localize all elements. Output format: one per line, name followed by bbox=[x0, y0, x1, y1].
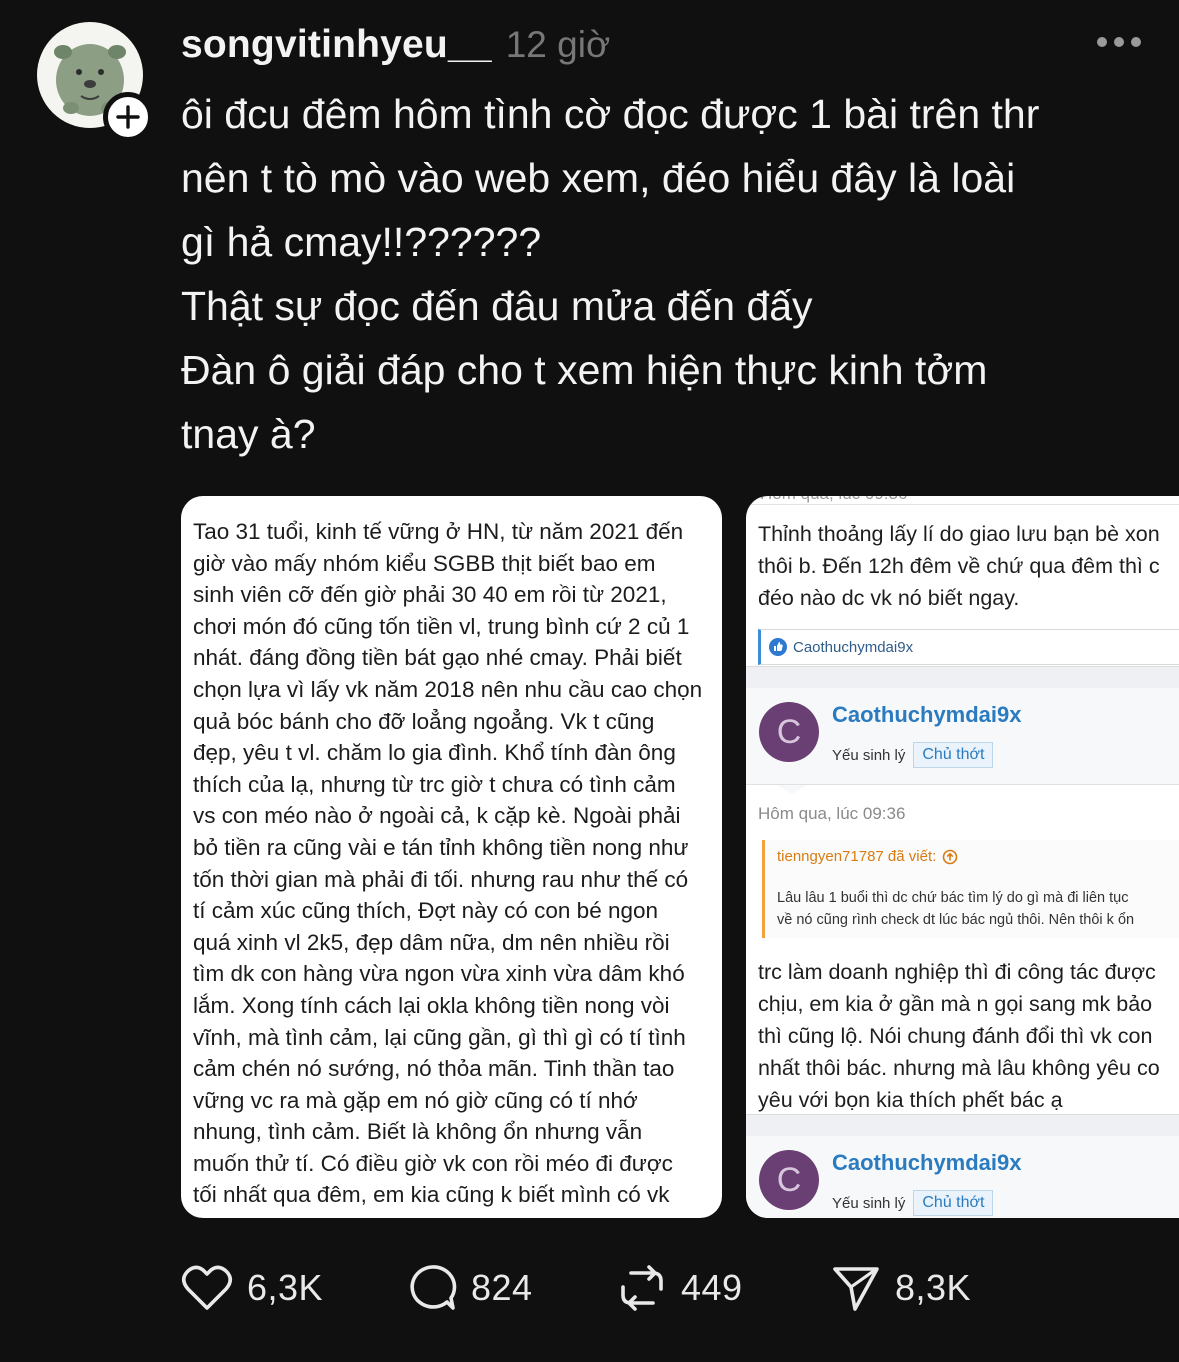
text-line: vững vc ra mà gặp em nó giờ cũng có tí n… bbox=[193, 1087, 638, 1113]
text-line: muốn thử tí. Có điều giờ vk con rồi méo … bbox=[193, 1150, 673, 1176]
text-line: chọn lựa vì lấy vk năm 2018 nên nhu cầu … bbox=[193, 676, 703, 702]
repost-button[interactable]: 449 bbox=[617, 1262, 743, 1314]
comment-count: 824 bbox=[471, 1267, 533, 1308]
username[interactable]: songvitinhyeu__ bbox=[181, 23, 492, 67]
more-options-icon[interactable] bbox=[1097, 32, 1141, 52]
quote-author-row: tienngyen71787 đã viết: bbox=[777, 848, 958, 865]
post-line: nên t tò mò vào web xem, đéo hiểu đây là… bbox=[181, 155, 1016, 201]
post-line: Đàn ô giải đáp cho t xem hiện thực kinh … bbox=[181, 347, 988, 393]
reply-line: chịu, em kia ở gần mà n gọi sang mk bảo bbox=[758, 992, 1153, 1016]
follow-button[interactable] bbox=[103, 92, 153, 142]
post-line: tnay à? bbox=[181, 411, 316, 457]
reply-line: thôi b. Đến 12h đêm về chứ qua đêm thì c bbox=[758, 554, 1160, 578]
like-count: 6,3K bbox=[247, 1267, 324, 1308]
text-line: tìm dk con hàng vừa ngon vừa xinh vừa dâ… bbox=[193, 961, 685, 987]
user-avatar: C bbox=[759, 1150, 819, 1210]
screenshot-text: Tao 31 tuổi, kinh tế vững ở HN, từ năm 2… bbox=[181, 496, 722, 1211]
user-name: Caothuchymdai9x bbox=[832, 702, 1022, 727]
arrow-up-icon bbox=[942, 849, 958, 864]
text-line: thích của lạ, nhưng từ trc giờ t chưa có… bbox=[193, 771, 676, 797]
text-line: tối nhất qua đêm, em kia cũng k biết mìn… bbox=[193, 1182, 670, 1208]
reply-line: thì cũng lộ. Nói chung đánh đổi thì vk c… bbox=[758, 1024, 1153, 1048]
quote-block: tienngyen71787 đã viết: Lâu lâu 1 buổi t… bbox=[762, 840, 1179, 938]
reply-line: trc làm doanh nghiệp thì đi công tác đượ… bbox=[758, 960, 1156, 984]
text-line: vĩnh, mà tình cảm, lại cũng gần, gì thì … bbox=[193, 1024, 686, 1050]
forum-screenshot: Hôm qua, lúc 09:36 Thỉnh thoảng lấy lí d… bbox=[746, 496, 1179, 1218]
user-role-row: Yếu sinh lý Chủ thớt bbox=[832, 1190, 994, 1216]
like-user: Caothuchymdai9x bbox=[793, 638, 914, 656]
share-count: 8,3K bbox=[895, 1267, 972, 1308]
post-image-2[interactable]: Hôm qua, lúc 09:36 Thỉnh thoảng lấy lí d… bbox=[746, 496, 1179, 1218]
share-button[interactable]: 8,3K bbox=[831, 1262, 971, 1314]
divider bbox=[746, 784, 1179, 785]
plus-icon bbox=[116, 105, 140, 129]
text-line: vs con méo nào ở ngoài cả, k cặp kè. Ngo… bbox=[193, 803, 681, 829]
post-line: Thật sự đọc đến đâu mửa đến đấy bbox=[181, 283, 813, 329]
reply-line: nhất thôi bác. nhưng mà lâu không yêu co bbox=[758, 1056, 1160, 1080]
post-separator bbox=[746, 666, 1179, 690]
post-line: ôi đcu đêm hôm tình cờ đọc được 1 bài tr… bbox=[181, 91, 1040, 137]
post-user-block: C Caothuchymdai9x Yếu sinh lý Chủ thớt bbox=[746, 688, 1179, 784]
text-line: nhát. đáng đồng tiền bát gạo nhé cmay. P… bbox=[193, 645, 682, 671]
reply-line: Thỉnh thoảng lấy lí do giao lưu bạn bè x… bbox=[758, 522, 1160, 546]
text-line: tốn thời gian mà phải đi tối. nhưng rau … bbox=[193, 866, 689, 892]
post-actions: 6,3K 824 449 8,3K bbox=[181, 1262, 1081, 1314]
text-line: bỏ tiền ra cũng vài e tán tỉnh không tiề… bbox=[193, 834, 689, 860]
user-role: Yếu sinh lý bbox=[832, 746, 906, 764]
user-role: Yếu sinh lý bbox=[832, 1194, 906, 1212]
like-bar: Caothuchymdai9x bbox=[758, 629, 1179, 665]
share-icon bbox=[833, 1267, 879, 1311]
text-line: sinh viên cỡ đến giờ phải 30 40 em rồi t… bbox=[193, 582, 667, 608]
text-line: giờ vào mấy nhóm kiểu SGBB thịt biết bao… bbox=[193, 550, 656, 576]
user-name: Caothuchymdai9x bbox=[832, 1150, 1022, 1175]
text-line: Tao 31 tuổi, kinh tế vững ở HN, từ năm 2… bbox=[193, 519, 684, 544]
text-line: quả bóc bánh cho đỡ loẳng ngoẳng. Vk t c… bbox=[193, 708, 655, 734]
user-badge: Chủ thớt bbox=[913, 1190, 994, 1216]
divider bbox=[746, 504, 1179, 505]
text-line: cảm chén nó sướng, nó thỏa mãn. Tinh thầ… bbox=[193, 1056, 675, 1082]
post-separator bbox=[746, 1114, 1179, 1138]
text-line: đẹp, yêu t vl. chăm lo gia đình. Khổ tín… bbox=[193, 740, 676, 766]
post-date: Hôm qua, lúc 09:36 bbox=[758, 804, 906, 823]
quote-line: Lâu lâu 1 buổi thì dc chứ bác tìm lý do … bbox=[777, 890, 1129, 906]
text-line: chơi món đó cũng tốn tiền vl, trung bình… bbox=[193, 613, 690, 639]
text-line: tí cảm xúc cũng thích, Đợt này có con bé… bbox=[193, 898, 659, 924]
quote-author: tienngyen71787 đã viết: bbox=[777, 848, 937, 865]
heart-icon bbox=[181, 1265, 233, 1310]
post-line: gì hả cmay!!?????? bbox=[181, 219, 542, 265]
cut-off-date: Hôm qua, lúc 09:36 bbox=[760, 496, 907, 504]
post-image-1[interactable]: Tao 31 tuổi, kinh tế vững ở HN, từ năm 2… bbox=[181, 496, 722, 1218]
repost-icon bbox=[621, 1265, 663, 1311]
user-badge: Chủ thớt bbox=[913, 742, 994, 768]
comment-icon bbox=[410, 1265, 457, 1310]
quote-line: về nó cũng rình check dt lúc bác ngủ thô… bbox=[777, 912, 1135, 928]
user-role-row: Yếu sinh lý Chủ thớt bbox=[832, 742, 994, 768]
post-text: ôi đcu đêm hôm tình cờ đọc được 1 bài tr… bbox=[181, 82, 1161, 466]
thumbs-up-icon bbox=[769, 638, 787, 656]
text-line: quá xinh vl 2k5, đẹp dâm nữa, dm nên nhi… bbox=[193, 929, 670, 955]
like-button[interactable]: 6,3K bbox=[181, 1262, 323, 1314]
user-avatar: C bbox=[759, 702, 819, 762]
text-line: nhung, tình cảm. Biết là không ổn nhưng … bbox=[193, 1119, 643, 1145]
post-time: 12 giờ bbox=[505, 24, 611, 65]
post-user-block: C Caothuchymdai9x Yếu sinh lý Chủ thớt bbox=[746, 1136, 1179, 1218]
post-header: songvitinhyeu__ 12 giờ bbox=[181, 20, 1149, 70]
profile-avatar[interactable] bbox=[37, 22, 153, 142]
repost-count: 449 bbox=[681, 1267, 743, 1308]
comment-button[interactable]: 824 bbox=[407, 1262, 533, 1314]
reply-line: đéo nào dc vk nó biết ngay. bbox=[758, 586, 1020, 610]
text-line: lắm. Xong tính cách lại okla không tiền … bbox=[193, 992, 670, 1018]
reply-line: yêu với bọn kia thích phết bác ạ bbox=[758, 1088, 1063, 1112]
